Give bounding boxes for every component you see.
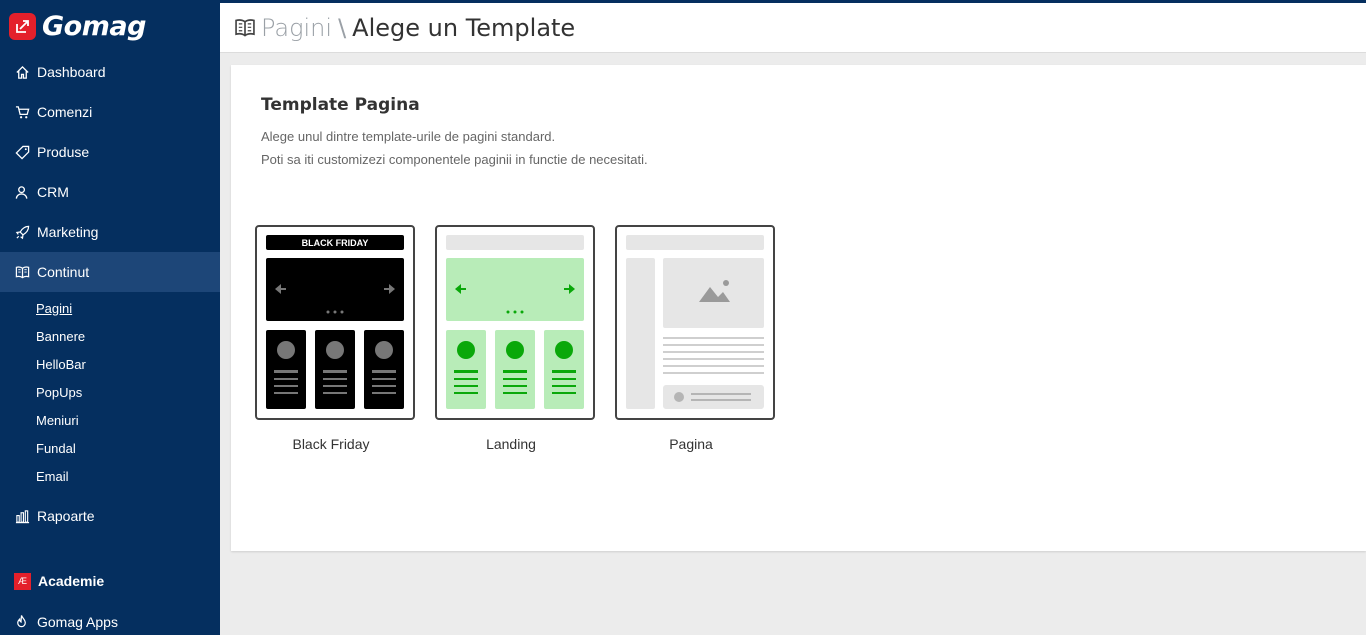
template-pagina[interactable]: Pagina <box>615 225 795 452</box>
users-icon <box>14 184 30 200</box>
sidebar-item-label: CRM <box>37 184 69 200</box>
card-description-line-2: Poti sa iti customizezi componentele pag… <box>261 152 648 167</box>
sidebar-subitem-label: PopUps <box>36 384 83 400</box>
sidebar-item-label: Rapoarte <box>37 508 95 524</box>
sidebar-subitem-bannere[interactable]: Bannere <box>0 322 220 350</box>
rocket-icon <box>14 224 30 240</box>
template-label: Black Friday <box>292 436 370 452</box>
template-label: Landing <box>486 436 536 452</box>
sidebar-subitem-email[interactable]: Email <box>0 462 220 490</box>
card-description: Alege unul dintre template-urile de pagi… <box>261 125 648 171</box>
card-description-line-1: Alege unul dintre template-urile de pagi… <box>261 129 556 144</box>
template-card: Template Pagina Alege unul dintre templa… <box>231 65 1366 551</box>
sidebar-item-academie[interactable]: Æ Academie <box>0 568 104 594</box>
academie-badge-icon: Æ <box>14 572 31 590</box>
sidebar-subitem-label: Bannere <box>36 328 86 344</box>
black-friday-banner-text: BLACK FRIDAY <box>302 238 369 248</box>
secondary-nav: Rapoarte <box>0 496 220 536</box>
tag-icon <box>14 144 30 160</box>
sidebar-item-dashboard[interactable]: Dashboard <box>0 52 220 92</box>
sidebar-subitem-hellobar[interactable]: HelloBar <box>0 350 220 378</box>
breadcrumb-parent[interactable]: Pagini <box>261 14 332 42</box>
pagina-preview-icon <box>626 235 764 409</box>
home-icon <box>14 64 30 80</box>
sidebar-item-label: Continut <box>37 264 90 280</box>
template-thumbnail[interactable] <box>435 225 595 420</box>
sidebar-subitem-label: Fundal <box>36 440 76 456</box>
book-icon <box>14 264 30 280</box>
sidebar-item-marketing[interactable]: Marketing <box>0 212 220 252</box>
sidebar-item-crm[interactable]: CRM <box>0 172 220 212</box>
sidebar-item-produse[interactable]: Produse <box>0 132 220 172</box>
share-icon <box>9 12 36 40</box>
page-header: Pagini \ Alege un Template <box>220 3 1366 53</box>
template-landing[interactable]: Landing <box>435 225 615 452</box>
sidebar-item-label: Marketing <box>37 224 99 240</box>
cart-icon <box>14 104 30 120</box>
sidebar-subitem-pagini[interactable]: Pagini <box>0 294 220 322</box>
sidebar-subitem-fundal[interactable]: Fundal <box>0 434 220 462</box>
sidebar-item-label: Comenzi <box>37 104 93 120</box>
card-title: Template Pagina <box>261 95 420 115</box>
landing-preview-icon <box>446 235 584 409</box>
sidebar-subitem-label: HelloBar <box>36 356 86 372</box>
sidebar-item-gomag-apps[interactable]: Gomag Apps <box>0 610 118 634</box>
brand-name: Gomag <box>42 10 146 42</box>
sidebar-item-label: Gomag Apps <box>37 614 118 630</box>
brand-logo[interactable]: Gomag <box>0 0 220 52</box>
continut-subnav: Pagini Bannere HelloBar PopUps Meniuri F… <box>0 292 220 496</box>
flame-icon <box>14 614 30 630</box>
black-friday-preview-icon: BLACK FRIDAY <box>266 235 404 409</box>
sidebar-subitem-label: Email <box>36 468 69 484</box>
sidebar-item-label: Dashboard <box>37 64 106 80</box>
sidebar-subitem-popups[interactable]: PopUps <box>0 378 220 406</box>
template-thumbnail[interactable] <box>615 225 775 420</box>
sidebar-item-rapoarte[interactable]: Rapoarte <box>0 496 220 536</box>
sidebar-item-label: Academie <box>38 573 105 589</box>
sidebar: Gomag Dashboard Comenzi Produse CRM Mark… <box>0 0 220 635</box>
sidebar-item-label: Produse <box>37 144 90 160</box>
bar-chart-icon <box>14 508 30 524</box>
breadcrumb-separator: \ <box>338 13 347 42</box>
sidebar-subitem-meniuri[interactable]: Meniuri <box>0 406 220 434</box>
template-thumbnail[interactable]: BLACK FRIDAY <box>255 225 415 420</box>
main-nav: Dashboard Comenzi Produse CRM Marketing … <box>0 52 220 292</box>
template-list: BLACK FRIDAY Black Friday Landing Pagina <box>255 225 795 452</box>
template-label: Pagina <box>669 436 713 452</box>
sidebar-item-comenzi[interactable]: Comenzi <box>0 92 220 132</box>
sidebar-subitem-label: Pagini <box>36 300 73 316</box>
sidebar-item-continut[interactable]: Continut <box>0 252 220 292</box>
page-title: Alege un Template <box>352 13 576 42</box>
book-icon <box>234 17 256 39</box>
sidebar-subitem-label: Meniuri <box>36 412 79 428</box>
template-black-friday[interactable]: BLACK FRIDAY Black Friday <box>255 225 435 452</box>
